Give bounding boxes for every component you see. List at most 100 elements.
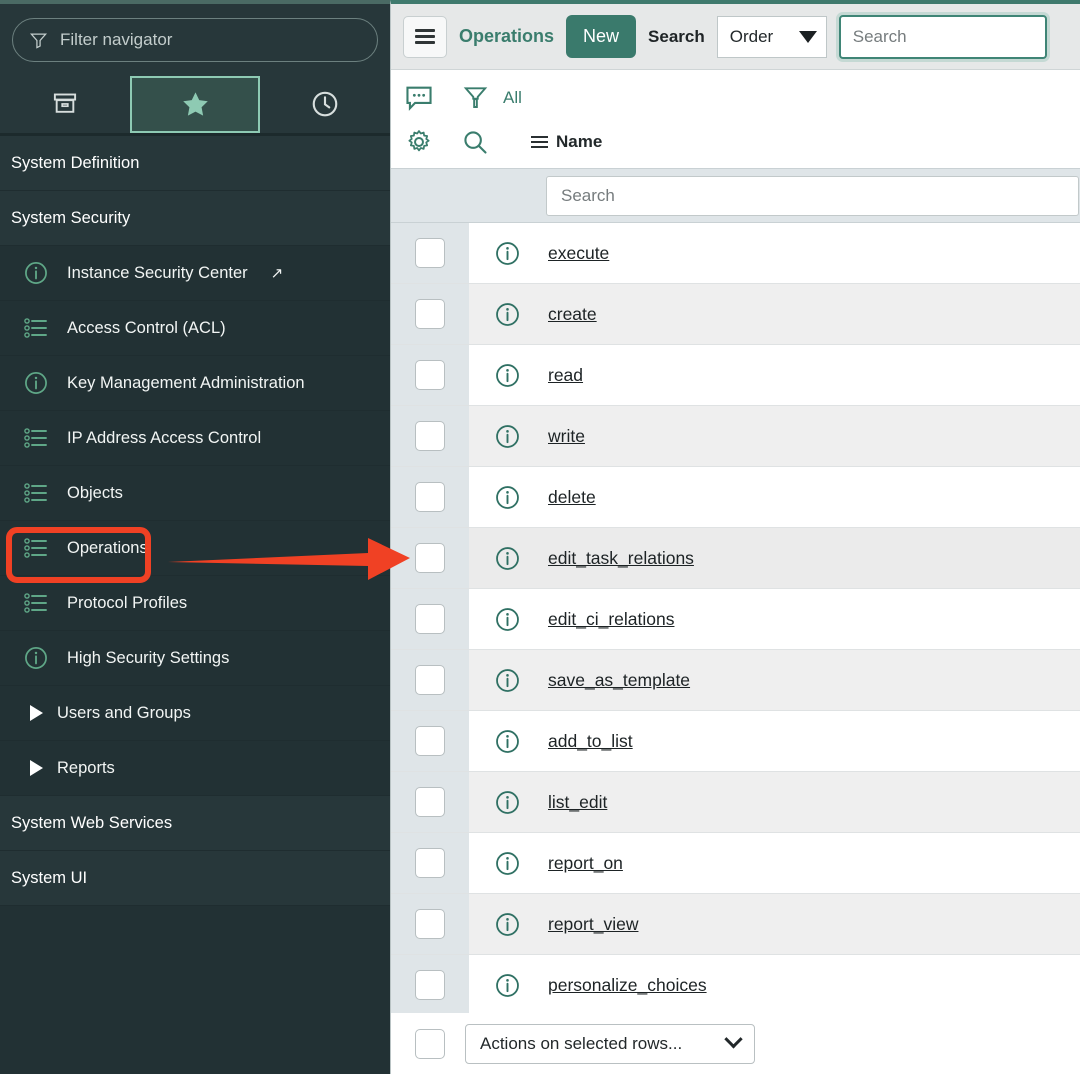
sidebar-item-protocol-profiles[interactable]: Protocol Profiles	[0, 576, 390, 631]
row-checkbox[interactable]	[415, 299, 445, 329]
info-circle-icon[interactable]	[494, 240, 521, 267]
comments-button[interactable]	[391, 85, 447, 112]
column-header-name[interactable]: Name	[531, 132, 602, 152]
table-row[interactable]: execute	[391, 223, 1080, 284]
row-name-cell: edit_task_relations	[546, 548, 1080, 569]
clock-icon	[310, 89, 340, 119]
row-checkbox[interactable]	[415, 238, 445, 268]
row-checkbox[interactable]	[415, 848, 445, 878]
row-checkbox[interactable]	[415, 360, 445, 390]
sidebar-section-system-web-services[interactable]: System Web Services	[0, 796, 390, 851]
table-row[interactable]: personalize_choices	[391, 955, 1080, 1013]
list-search-input[interactable]: Search	[546, 176, 1079, 216]
row-name-link[interactable]: list_edit	[548, 792, 607, 812]
info-circle-icon[interactable]	[494, 972, 521, 999]
new-button[interactable]: New	[566, 15, 636, 58]
sidebar-section-system-ui[interactable]: System UI	[0, 851, 390, 906]
triangle-right-icon	[30, 705, 43, 721]
list-search-toggle-button[interactable]	[447, 128, 503, 156]
row-name-link[interactable]: save_as_template	[548, 670, 690, 690]
info-circle-icon[interactable]	[494, 545, 521, 572]
table-row[interactable]: delete	[391, 467, 1080, 528]
table-row[interactable]: edit_task_relations	[391, 528, 1080, 589]
list-footer: Actions on selected rows...	[391, 1013, 1080, 1074]
sidebar-item-access-control-acl[interactable]: Access Control (ACL)	[0, 301, 390, 356]
row-checkbox[interactable]	[415, 665, 445, 695]
sidebar-item-ip-address-access-control[interactable]: IP Address Access Control	[0, 411, 390, 466]
row-name-link[interactable]: edit_task_relations	[548, 548, 694, 568]
sidebar-item-key-management-administration[interactable]: Key Management Administration	[0, 356, 390, 411]
info-circle-icon[interactable]	[494, 667, 521, 694]
info-circle-icon[interactable]	[494, 423, 521, 450]
list-settings-button[interactable]	[391, 128, 447, 156]
sidebar-item-reports[interactable]: Reports	[0, 741, 390, 796]
table-row[interactable]: report_on	[391, 833, 1080, 894]
order-dropdown[interactable]: Order	[717, 16, 827, 58]
sidebar-item-high-security-settings[interactable]: High Security Settings	[0, 631, 390, 686]
row-info-cell	[469, 484, 546, 511]
row-name-link[interactable]: execute	[548, 243, 609, 263]
sidebar-section-system-security[interactable]: System Security	[0, 191, 390, 246]
actions-on-selected-rows-dropdown[interactable]: Actions on selected rows...	[465, 1024, 755, 1064]
row-checkbox[interactable]	[415, 604, 445, 634]
row-checkbox-cell	[391, 223, 469, 283]
toolbar-search-input[interactable]: Search	[839, 15, 1047, 59]
external-link-icon: ↗	[271, 264, 284, 282]
row-name-cell: personalize_choices	[546, 975, 1080, 996]
table-row[interactable]: report_view	[391, 894, 1080, 955]
servicenow-list-page: Filter navigator	[0, 0, 1080, 1074]
filter-button[interactable]	[447, 84, 503, 112]
star-icon	[179, 89, 212, 120]
filter-navigator-input[interactable]: Filter navigator	[12, 18, 378, 62]
sidebar-item-objects[interactable]: Objects	[0, 466, 390, 521]
table-row[interactable]: edit_ci_relations	[391, 589, 1080, 650]
list-search-gutter	[391, 169, 546, 222]
info-circle-icon[interactable]	[494, 789, 521, 816]
info-circle-icon[interactable]	[494, 728, 521, 755]
list-icon	[22, 591, 50, 615]
row-name-link[interactable]: report_view	[548, 914, 638, 934]
row-checkbox[interactable]	[415, 482, 445, 512]
table-row[interactable]: write	[391, 406, 1080, 467]
table-row[interactable]: add_to_list	[391, 711, 1080, 772]
row-name-link[interactable]: add_to_list	[548, 731, 633, 751]
row-name-link[interactable]: report_on	[548, 853, 623, 873]
row-name-link[interactable]: read	[548, 365, 583, 385]
sidebar-tab-all-applications[interactable]	[0, 74, 130, 133]
table-row[interactable]: create	[391, 284, 1080, 345]
info-circle-icon[interactable]	[494, 606, 521, 633]
info-circle-icon[interactable]	[494, 484, 521, 511]
row-name-link[interactable]: edit_ci_relations	[548, 609, 674, 629]
row-name-link[interactable]: write	[548, 426, 585, 446]
row-checkbox-cell	[391, 345, 469, 405]
sidebar-tab-history[interactable]	[260, 74, 390, 133]
row-checkbox[interactable]	[415, 543, 445, 573]
row-name-link[interactable]: create	[548, 304, 597, 324]
info-circle-icon[interactable]	[494, 301, 521, 328]
list-menu-button[interactable]	[403, 16, 447, 58]
sidebar-tab-favorites[interactable]	[130, 76, 260, 133]
table-row[interactable]: read	[391, 345, 1080, 406]
row-checkbox[interactable]	[415, 970, 445, 1000]
row-name-link[interactable]: delete	[548, 487, 596, 507]
row-checkbox[interactable]	[415, 787, 445, 817]
row-checkbox[interactable]	[415, 726, 445, 756]
sidebar-item-operations[interactable]: Operations	[0, 521, 390, 576]
sidebar-section-system-definition[interactable]: System Definition	[0, 136, 390, 191]
sidebar-item-label: Access Control (ACL)	[67, 319, 226, 338]
row-checkbox[interactable]	[415, 421, 445, 451]
breadcrumb-all[interactable]: All	[503, 88, 522, 108]
sidebar-item-instance-security-center[interactable]: Instance Security Center ↗	[0, 246, 390, 301]
funnel-icon	[29, 31, 48, 50]
row-checkbox[interactable]	[415, 909, 445, 939]
row-info-cell	[469, 362, 546, 389]
select-all-checkbox[interactable]	[415, 1029, 445, 1059]
sidebar-item-users-and-groups[interactable]: Users and Groups	[0, 686, 390, 741]
table-row[interactable]: list_edit	[391, 772, 1080, 833]
table-row[interactable]: save_as_template	[391, 650, 1080, 711]
info-circle-icon[interactable]	[494, 362, 521, 389]
filter-navigator-wrap: Filter navigator	[0, 4, 390, 74]
info-circle-icon[interactable]	[494, 911, 521, 938]
info-circle-icon[interactable]	[494, 850, 521, 877]
row-name-link[interactable]: personalize_choices	[548, 975, 707, 995]
